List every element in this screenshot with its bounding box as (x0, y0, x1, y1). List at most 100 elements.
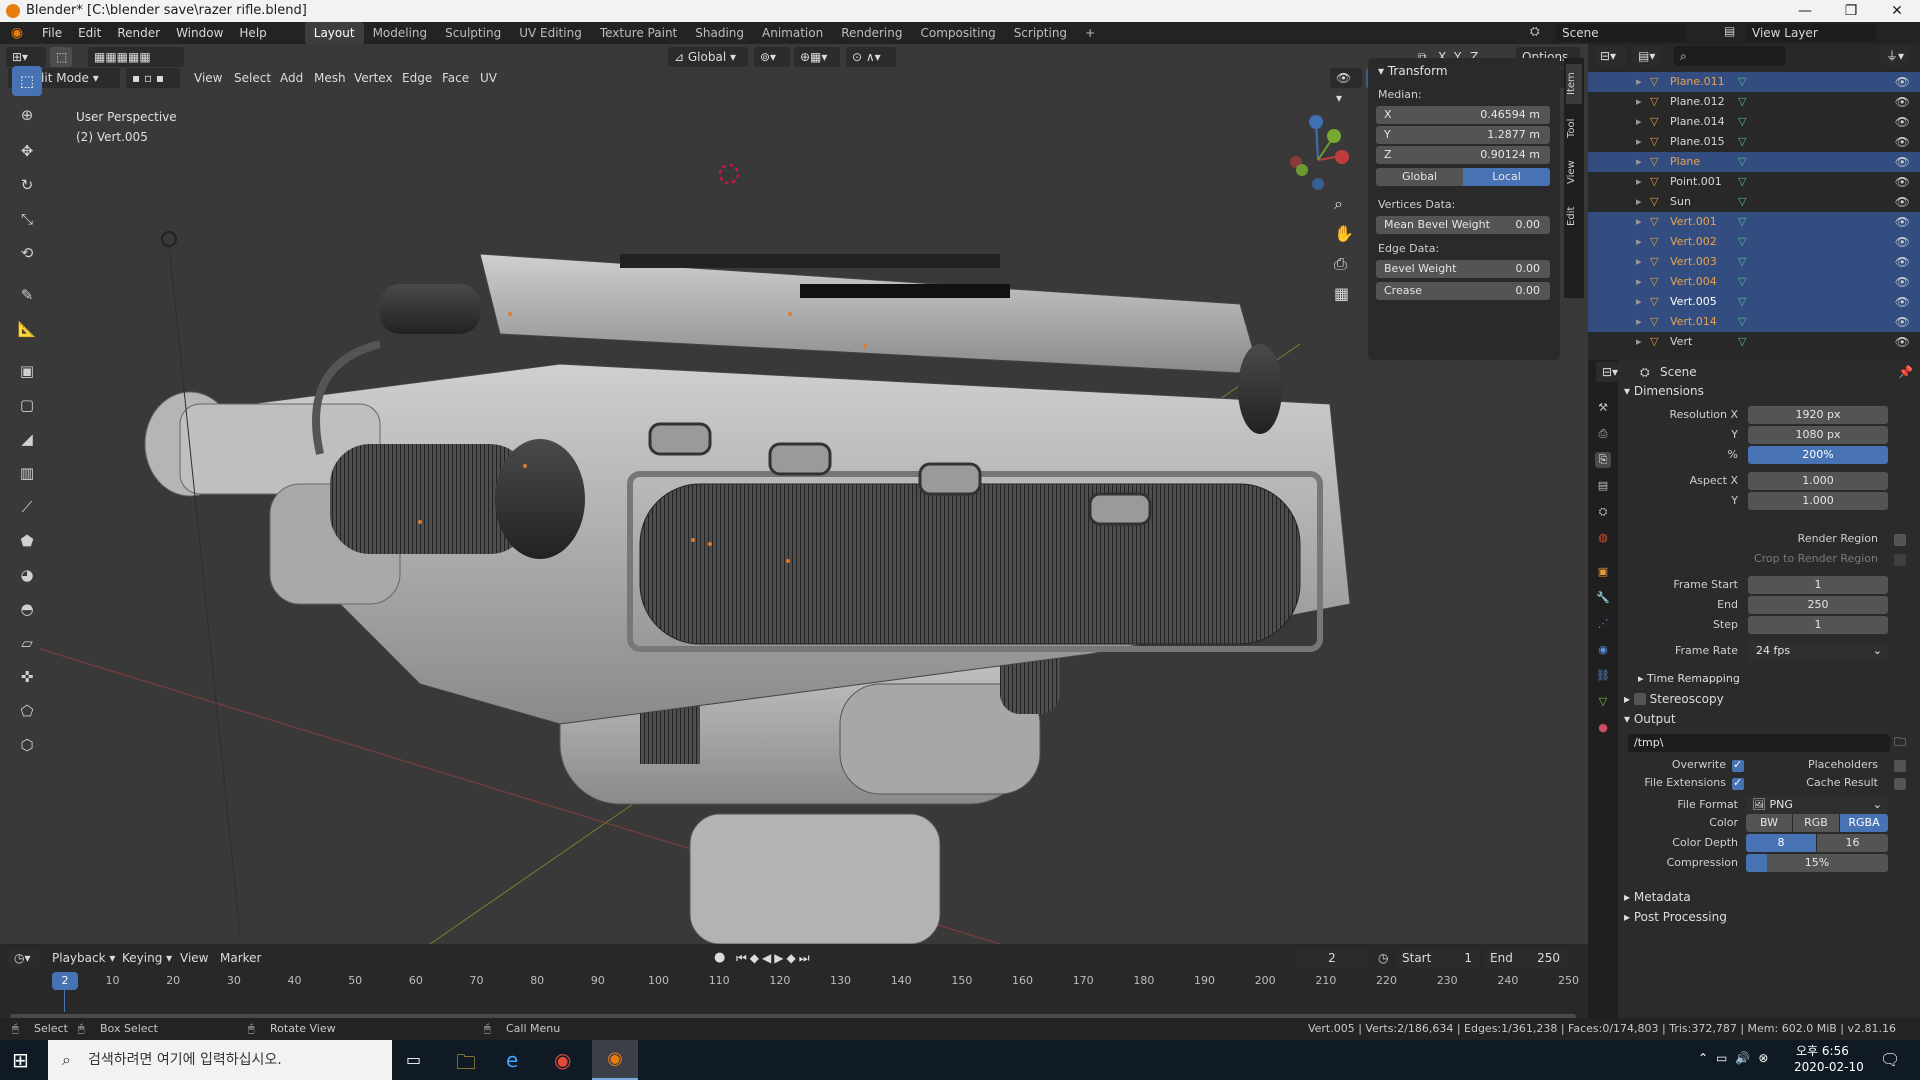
visibility-eye-icon[interactable]: 👁 (1895, 112, 1910, 132)
menu-add[interactable]: Add (280, 68, 303, 88)
frame-end-field[interactable]: 250 (1748, 596, 1888, 614)
blender-taskbar-icon[interactable]: ◉ (592, 1040, 638, 1080)
expand-arrow-icon[interactable]: ▸ (1636, 72, 1642, 92)
menu-edit[interactable]: Edit (70, 22, 109, 44)
expand-arrow-icon[interactable]: ▸ (1636, 292, 1642, 312)
tab-view[interactable]: View (1566, 152, 1582, 192)
task-view-icon[interactable]: ▭ (406, 1050, 421, 1069)
props-editor-type-icon[interactable]: ⊟▾ (1596, 362, 1628, 382)
3d-viewport[interactable]: ⊞▾ ⬚ ▦▦▦▦▦ ⊿ Global ▾ ⊚▾ ⊕▦▾ ⊙ ∧▾ ⧉ X Y … (0, 44, 1588, 944)
frame-rate-dropdown[interactable]: 24 fps ⌄ (1748, 642, 1888, 660)
poly-build-tool-icon[interactable]: ⬟ (12, 526, 42, 556)
color-depth-16-option[interactable]: 16 (1817, 834, 1888, 852)
menu-timeline-view[interactable]: View (180, 948, 208, 968)
outliner-editor-type-icon[interactable]: ⊟▾ (1594, 46, 1626, 66)
object-props-icon[interactable]: ▣ (1595, 564, 1611, 580)
mesh-data-icon[interactable]: ▽ (1738, 212, 1746, 232)
visibility-eye-icon[interactable]: 👁 (1895, 172, 1910, 192)
inset-tool-icon[interactable]: ▢ (12, 390, 42, 420)
time-remapping-subpanel[interactable]: ▸ Time Remapping (1638, 672, 1740, 685)
expand-arrow-icon[interactable]: ▸ (1636, 252, 1642, 272)
visibility-eye-icon[interactable]: 👁 (1895, 252, 1910, 272)
tab-rendering[interactable]: Rendering (832, 22, 911, 44)
playback-controls[interactable]: ⏮◆◀▶◆⏭ (736, 948, 813, 968)
scale-tool-icon[interactable]: ⤡ (12, 204, 42, 234)
mesh-data-icon[interactable]: ▽ (1738, 232, 1746, 252)
rotate-tool-icon[interactable]: ↻ (12, 170, 42, 200)
proportional-edit-icon[interactable]: ⊙ ∧▾ (846, 47, 896, 67)
outliner-row[interactable]: ▸ ▽ Vert.003 ▽ 👁 (1588, 252, 1920, 272)
median-x-field[interactable]: X 0.46594 m (1376, 106, 1550, 124)
knife-tool-icon[interactable]: ⟋ (12, 492, 42, 522)
placeholders-checkbox[interactable] (1894, 760, 1906, 772)
outliner-row[interactable]: ▸ ▽ Vert.001 ▽ 👁 (1588, 212, 1920, 232)
shrink-fatten-tool-icon[interactable]: ✜ (12, 662, 42, 692)
filter-icon[interactable]: ⏚▾ (1880, 46, 1910, 66)
outliner-row[interactable]: ▸ ▽ Plane.011 ▽ 👁 (1588, 72, 1920, 92)
menu-keying[interactable]: Keying ▾ (122, 948, 172, 968)
post-processing-panel-header[interactable]: ▸ Post Processing (1624, 910, 1727, 924)
frame-step-field[interactable]: 1 (1748, 616, 1888, 634)
outliner-row[interactable]: ▸ ▽ Plane.015 ▽ 👁 (1588, 132, 1920, 152)
tray-icons[interactable]: ⌃▭🔊⊗ (1698, 1051, 1776, 1065)
move-tool-icon[interactable]: ✥ (12, 136, 42, 166)
outliner-row[interactable]: ▸ ▽ Point.001 ▽ 👁 (1588, 172, 1920, 192)
output-props-icon[interactable]: ⎘ (1595, 452, 1611, 468)
color-rgba-option[interactable]: RGBA (1840, 814, 1888, 832)
color-rgb-option[interactable]: RGB (1793, 814, 1839, 832)
expand-arrow-icon[interactable]: ▸ (1636, 332, 1642, 352)
mesh-data-icon[interactable]: ▽ (1738, 252, 1746, 272)
zoom-icon[interactable]: ⌕ (1334, 194, 1343, 214)
overwrite-checkbox[interactable] (1732, 758, 1744, 772)
timeline-ruler[interactable]: 10 20 30 40 50 60 70 80 90 100 110 120 130 140 150 160 1… (0, 972, 1588, 992)
outliner-search-input[interactable]: ⌕ (1674, 46, 1786, 66)
smooth-tool-icon[interactable]: ◓ (12, 594, 42, 624)
median-y-field[interactable]: Y 1.2877 m (1376, 126, 1550, 144)
visibility-eye-icon[interactable]: 👁 (1895, 312, 1910, 332)
resolution-percent-field[interactable]: 200% (1748, 446, 1888, 464)
tab-item[interactable]: Item (1566, 64, 1582, 104)
outliner-row[interactable]: ▸ ▽ Vert.014 ▽ 👁 (1588, 312, 1920, 332)
rip-tool-icon[interactable]: ⬡ (12, 730, 42, 760)
tab-edit[interactable]: Edit (1566, 196, 1582, 236)
cache-result-checkbox[interactable] (1894, 778, 1906, 790)
clock-time[interactable]: 오후 6:56 (1796, 1042, 1849, 1059)
data-props-icon[interactable]: ▽ (1595, 694, 1611, 710)
mesh-data-icon[interactable]: ▽ (1738, 112, 1746, 132)
loop-cut-tool-icon[interactable]: ▥ (12, 458, 42, 488)
expand-arrow-icon[interactable]: ▸ (1636, 152, 1642, 172)
local-toggle[interactable]: Local (1463, 168, 1550, 186)
ortho-grid-icon[interactable]: ▦ (1334, 284, 1349, 304)
mesh-data-icon[interactable]: ▽ (1738, 132, 1746, 152)
current-frame-field[interactable]: 2 (1296, 948, 1368, 968)
select-mode-icon[interactable]: ⬚ (50, 47, 72, 67)
tool-props-icon[interactable]: ⚒ (1595, 400, 1611, 416)
minimize-button[interactable]: — (1782, 0, 1828, 22)
pin-icon[interactable]: 📌 (1898, 362, 1913, 382)
pivot-icon[interactable]: ⊚▾ (754, 47, 790, 67)
physics-props-icon[interactable]: ◉ (1595, 642, 1611, 658)
visibility-eye-icon[interactable]: 👁 (1895, 332, 1910, 352)
edge-browser-icon[interactable]: e (506, 1048, 518, 1072)
visibility-eye-icon[interactable]: 👁 (1895, 212, 1910, 232)
blender-menu-icon[interactable]: ◉ (0, 25, 34, 41)
mesh-data-icon[interactable]: ▽ (1738, 172, 1746, 192)
mesh-data-icon[interactable]: ▽ (1738, 332, 1746, 352)
tab-shading[interactable]: Shading (686, 22, 753, 44)
expand-arrow-icon[interactable]: ▸ (1636, 172, 1642, 192)
outliner-row[interactable]: ▸ ▽ Plane.014 ▽ 👁 (1588, 112, 1920, 132)
end-frame-field[interactable]: End 250 (1484, 948, 1568, 968)
mesh-data-icon[interactable]: ▽ (1738, 72, 1746, 92)
tab-compositing[interactable]: Compositing (911, 22, 1004, 44)
aspect-x-field[interactable]: 1.000 (1748, 472, 1888, 490)
mesh-data-icon[interactable]: ▽ (1738, 292, 1746, 312)
add-workspace-icon[interactable]: + (1076, 22, 1104, 44)
tab-uv-editing[interactable]: UV Editing (510, 22, 591, 44)
expand-arrow-icon[interactable]: ▸ (1636, 312, 1642, 332)
menu-uv[interactable]: UV (480, 68, 497, 88)
menu-mesh[interactable]: Mesh (314, 68, 346, 88)
global-toggle[interactable]: Global (1376, 168, 1463, 186)
metadata-panel-header[interactable]: ▸ Metadata (1624, 890, 1691, 904)
expand-arrow-icon[interactable]: ▸ (1636, 112, 1642, 132)
restore-button[interactable]: ❐ (1828, 0, 1874, 22)
